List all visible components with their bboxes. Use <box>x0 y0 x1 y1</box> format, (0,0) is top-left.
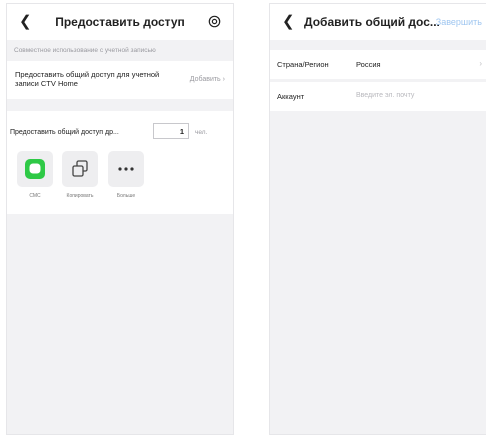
copy-share-label: Копировать <box>66 193 94 199</box>
chevron-right-icon: › <box>222 76 225 83</box>
back-arrow-icon[interactable]: ❮ <box>282 14 295 29</box>
sms-share-label: СМС <box>29 193 41 199</box>
more-share-button[interactable] <box>108 151 144 187</box>
more-icon <box>118 167 134 171</box>
chevron-right-icon: › <box>479 59 482 68</box>
page-title: Предоставить доступ <box>55 15 185 29</box>
navigation-bar: ❮ Предоставить доступ <box>7 4 233 40</box>
add-shared-access-screen: ❮ Добавить общий дос... Завершить Страна… <box>269 3 486 435</box>
page-title: Добавить общий дос... <box>304 15 440 29</box>
account-label: Аккаунт <box>277 92 305 101</box>
share-count-value: 1 <box>179 127 184 136</box>
copy-icon <box>72 160 88 177</box>
share-count-card: Предоставить общий доступ др... 1 чел. С… <box>7 111 233 214</box>
account-row: Аккаунт Введите эл. почту <box>270 82 486 111</box>
share-count-label: Предоставить общий доступ др... <box>10 129 119 136</box>
section-label: Совместное использование с учетной запис… <box>14 47 156 54</box>
add-label: Добавить <box>189 76 221 83</box>
email-field[interactable]: Введите эл. почту <box>356 92 414 99</box>
copy-share-button[interactable] <box>62 151 98 187</box>
share-count-input[interactable]: 1 <box>153 123 189 139</box>
country-region-row[interactable]: Страна/Регион Россия › <box>270 50 486 79</box>
sms-icon <box>25 159 45 179</box>
ctv-home-share-label: Предоставить общий доступ для учетной за… <box>15 70 160 88</box>
country-region-label: Страна/Регион <box>277 60 329 69</box>
country-region-value: Россия <box>356 60 381 69</box>
gear-icon[interactable] <box>208 15 221 28</box>
more-share-label: Больше <box>116 193 136 199</box>
navigation-bar: ❮ Добавить общий дос... Завершить <box>270 4 486 40</box>
ctv-home-share-row[interactable]: Предоставить общий доступ для учетной за… <box>7 61 233 99</box>
screenshot-canvas: ❮ Предоставить доступ Совместное использ… <box>0 0 486 438</box>
share-count-unit: чел. <box>195 129 208 136</box>
finish-button[interactable]: Завершить <box>436 16 482 28</box>
sms-share-button[interactable] <box>17 151 53 187</box>
add-action[interactable]: Добавить › <box>190 76 225 83</box>
share-access-screen: ❮ Предоставить доступ Совместное использ… <box>6 3 234 435</box>
